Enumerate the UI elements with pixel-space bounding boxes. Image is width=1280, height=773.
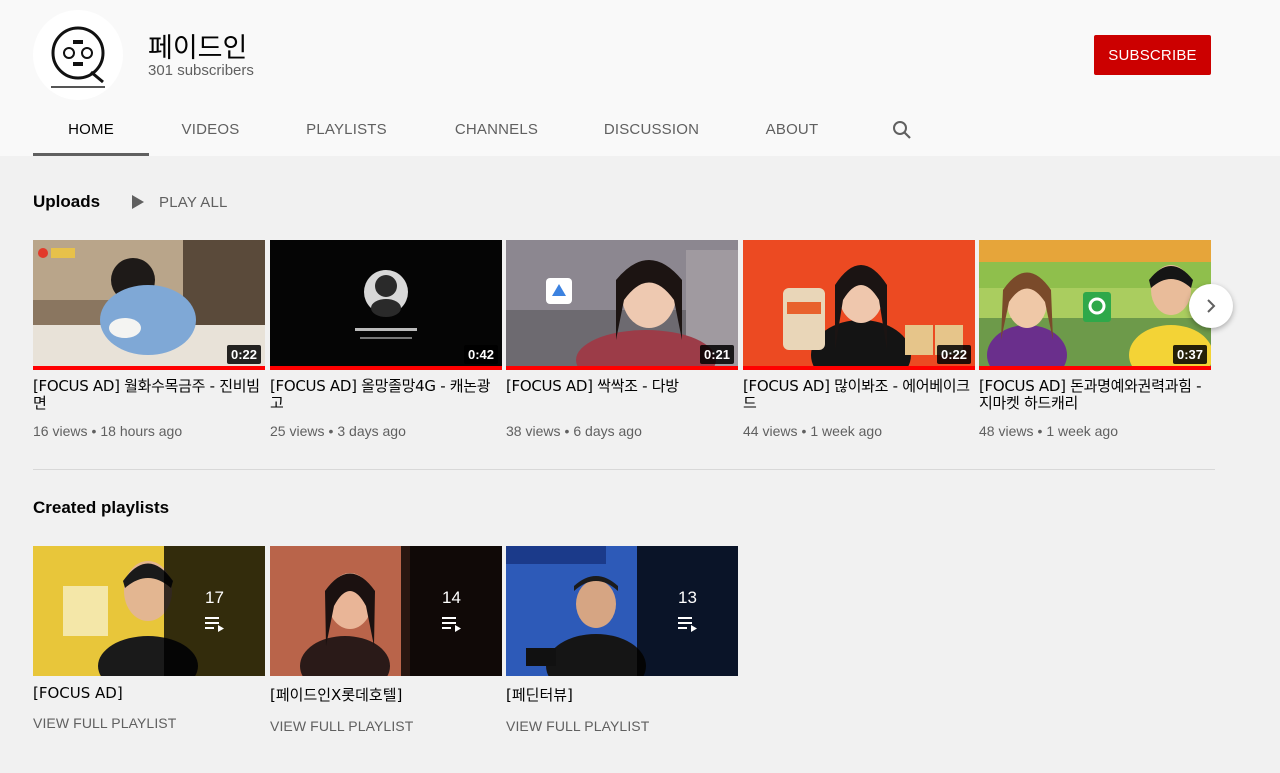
play-all-button[interactable]: PLAY ALL	[131, 190, 228, 214]
video-meta: 48 views • 1 week ago	[979, 423, 1118, 439]
channel-header: 페이드인 301 subscribers SUBSCRIBE HOME VIDE…	[0, 0, 1280, 156]
subscribe-button[interactable]: SUBSCRIBE	[1094, 35, 1211, 75]
playlist-title[interactable]: [페딘터뷰]	[506, 684, 738, 705]
video-age: 1 week ago	[810, 423, 882, 439]
video-duration: 0:42	[463, 345, 498, 364]
search-icon[interactable]	[890, 118, 914, 142]
uploads-title: Uploads	[33, 192, 101, 211]
video-thumbnail[interactable]: 0:37	[979, 240, 1211, 370]
play-all-label: PLAY ALL	[159, 193, 228, 211]
video-meta: 16 views • 18 hours ago	[33, 423, 183, 439]
video-duration: 0:21	[699, 345, 734, 364]
video-title[interactable]: [FOCUS AD] 싹싹조 - 다방	[506, 378, 738, 412]
video-views: 44 views	[743, 423, 798, 439]
video-age: 3 days ago	[337, 423, 406, 439]
video-views: 48 views	[979, 423, 1034, 439]
playlist-icon	[204, 617, 224, 632]
video-views: 38 views	[506, 423, 561, 439]
video-duration: 0:22	[226, 345, 261, 364]
video-thumbnail[interactable]: 0:22	[743, 240, 975, 370]
tab-videos[interactable]: VIDEOS	[153, 104, 268, 156]
video-meta: 44 views • 1 week ago	[743, 423, 882, 439]
tab-channels[interactable]: CHANNELS	[426, 104, 567, 156]
tab-home[interactable]: HOME	[33, 104, 149, 156]
playlist-title[interactable]: [페이드인X롯데호텔]	[270, 684, 502, 705]
video-age: 1 week ago	[1046, 423, 1118, 439]
video-views: 25 views	[270, 423, 325, 439]
channel-avatar[interactable]	[33, 10, 123, 100]
video-thumbnail[interactable]: 0:21	[506, 240, 738, 370]
playlist-video-count: 13	[678, 588, 697, 607]
section-divider	[33, 469, 1215, 470]
playlist-title[interactable]: [FOCUS AD]	[33, 684, 265, 702]
tab-discussion[interactable]: DISCUSSION	[578, 104, 725, 156]
video-title[interactable]: [FOCUS AD] 돈과명예와권력과힘 - 지마켓 하드캐리	[979, 378, 1211, 412]
video-views: 16 views	[33, 423, 88, 439]
playlist-thumbnail[interactable]: 17	[33, 546, 265, 676]
video-age: 18 hours ago	[100, 423, 183, 439]
subscriber-count: 301 subscribers	[148, 62, 254, 79]
video-card[interactable]: 0:22 [FOCUS AD] 월화수목금주 - 진비빔면 16 views • 1…	[33, 240, 265, 439]
channel-name: 페이드인	[148, 33, 248, 64]
video-card[interactable]: 0:21 [FOCUS AD] 싹싹조 - 다방 38 views • 6 days…	[506, 240, 738, 439]
tab-playlists[interactable]: PLAYLISTS	[278, 104, 415, 156]
next-arrow-button[interactable]	[1189, 284, 1233, 328]
playlist-card[interactable]: 14 [페이드인X롯데호텔] VIEW FULL PLAYLIST	[270, 546, 502, 734]
playlist-overlay: 13	[637, 546, 738, 676]
playlist-thumbnail[interactable]: 13	[506, 546, 738, 676]
view-full-playlist-link[interactable]: VIEW FULL PLAYLIST	[270, 718, 502, 734]
video-meta: 25 views • 3 days ago	[270, 423, 406, 439]
video-title[interactable]: [FOCUS AD] 많이봐조 - 에어베이크드	[743, 378, 975, 412]
playlist-video-count: 17	[205, 588, 224, 607]
video-title[interactable]: [FOCUS AD] 올망졸망4G - 캐논광고	[270, 378, 502, 412]
playlist-card[interactable]: 17 [FOCUS AD] VIEW FULL PLAYLIST	[33, 546, 265, 731]
video-thumbnail[interactable]: 0:42	[270, 240, 502, 370]
view-full-playlist-link[interactable]: VIEW FULL PLAYLIST	[33, 715, 265, 731]
chevron-right-icon	[1207, 299, 1216, 313]
video-thumbnail[interactable]: 0:22	[33, 240, 265, 370]
playlist-thumbnail[interactable]: 14	[270, 546, 502, 676]
playlist-overlay: 17	[164, 546, 265, 676]
video-card[interactable]: 0:37 [FOCUS AD] 돈과명예와권력과힘 - 지마켓 하드캐리 48 …	[979, 240, 1211, 439]
play-icon	[132, 195, 144, 209]
video-title[interactable]: [FOCUS AD] 월화수목금주 - 진비빔면	[33, 378, 265, 412]
playlist-overlay: 14	[401, 546, 502, 676]
video-card[interactable]: 0:22 [FOCUS AD] 많이봐조 - 에어베이크드 44 views • 1…	[743, 240, 975, 439]
video-duration: 0:37	[1172, 345, 1207, 364]
playlists-title: Created playlists	[33, 498, 170, 517]
video-duration: 0:22	[936, 345, 971, 364]
playlist-video-count: 14	[442, 588, 461, 607]
playlist-icon	[441, 617, 461, 632]
view-full-playlist-link[interactable]: VIEW FULL PLAYLIST	[506, 718, 738, 734]
playlist-icon	[677, 617, 697, 632]
video-card[interactable]: 0:42 [FOCUS AD] 올망졸망4G - 캐논광고 25 views • 3…	[270, 240, 502, 439]
tab-about[interactable]: ABOUT	[742, 104, 842, 156]
video-meta: 38 views • 6 days ago	[506, 423, 642, 439]
playlist-card[interactable]: 13 [페딘터뷰] VIEW FULL PLAYLIST	[506, 546, 738, 734]
video-age: 6 days ago	[573, 423, 642, 439]
